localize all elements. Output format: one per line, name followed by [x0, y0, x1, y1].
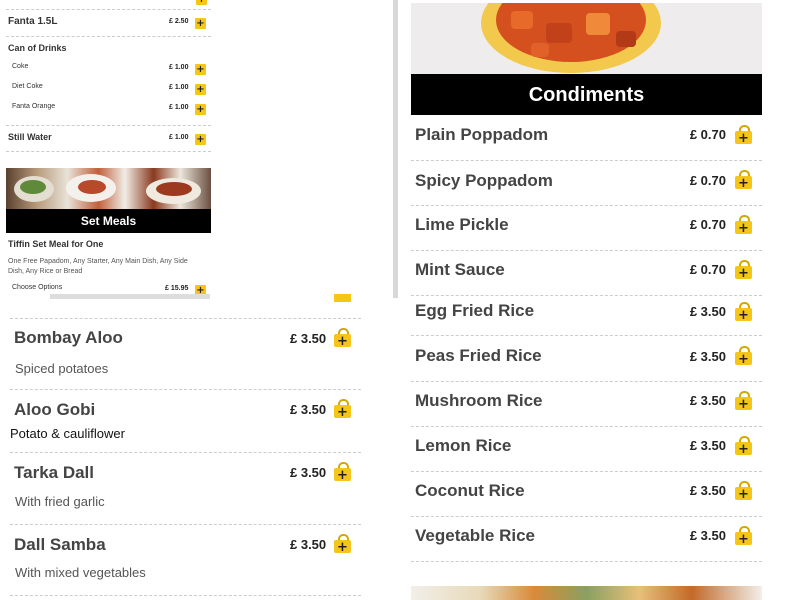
dish-name: Tarka Dall — [14, 463, 95, 482]
add-to-bag-icon[interactable]: + — [334, 328, 351, 349]
add-to-bag-icon[interactable]: + — [735, 346, 752, 367]
add-to-bag-icon[interactable]: + — [735, 436, 752, 457]
list-item-tarka-dall: Tarka Dall £ 3.50 + With fried garlic — [10, 453, 361, 525]
next-section-food-image — [411, 586, 762, 600]
dish-description: Potato & cauliflower — [10, 426, 125, 441]
list-item-bombay-aloo: Bombay Aloo £ 3.50 + Spiced potatoes — [10, 319, 361, 390]
item-name: Spicy Poppadom — [415, 171, 553, 190]
item-name: Mint Sauce — [415, 260, 505, 279]
item-price: £ 1.00 — [169, 64, 189, 71]
tiffin-title: Tiffin Set Meal for One — [8, 239, 104, 249]
item-price: £ 2.50 — [169, 18, 189, 25]
item-name: Lemon Rice — [415, 436, 512, 455]
dish-price: £ 3.50 — [290, 465, 327, 480]
choose-options-link[interactable]: Choose Options — [12, 284, 62, 291]
dish-name: Aloo Gobi — [14, 400, 96, 419]
dish-price: £ 3.50 — [290, 331, 327, 346]
item-price: £ 0.70 — [689, 217, 726, 232]
add-to-bag-icon[interactable]: + — [735, 391, 752, 412]
dish-price: £ 3.50 — [290, 402, 327, 417]
side-dishes-list: Bombay Aloo £ 3.50 + Spiced potatoes Alo… — [0, 294, 400, 600]
condiments-food-image — [411, 3, 762, 74]
add-to-bag-icon[interactable]: + — [735, 526, 752, 547]
list-item-peas-fried-rice: Peas Fried Rice £ 3.50 + — [411, 336, 762, 382]
item-price: £ 1.00 — [169, 104, 189, 111]
item-price: £ 3.50 — [689, 349, 726, 364]
item-price: £ 3.50 — [689, 393, 726, 408]
condiments-banner[interactable]: Condiments — [411, 3, 762, 115]
item-name: Diet Coke — [12, 83, 43, 90]
list-item-fanta: Fanta 1.5L £ 2.50 + — [6, 10, 211, 37]
list-item-lime-pickle: Lime Pickle £ 0.70 + — [411, 205, 762, 251]
item-price: £ 0.70 — [689, 173, 726, 188]
add-to-bag-icon[interactable]: + — [195, 104, 206, 115]
list-item-mint-sauce: Mint Sauce £ 0.70 + — [411, 250, 762, 296]
add-to-bag-icon[interactable]: + — [195, 134, 206, 145]
list-item-spicy-poppadom: Spicy Poppadom £ 0.70 + — [411, 160, 762, 206]
item-name: Egg Fried Rice — [415, 301, 535, 320]
tiffin-price: £ 15.95 — [165, 285, 189, 292]
tiffin-description: One Free Papadom, Any Starter, Any Main … — [8, 258, 188, 275]
add-to-bag-icon[interactable]: + — [195, 64, 206, 75]
item-name: Plain Poppadom — [415, 125, 549, 144]
list-item-dall-samba: Dall Samba £ 3.50 + With mixed vegetable… — [10, 525, 361, 596]
list-item-coconut-rice: Coconut Rice £ 3.50 + — [411, 471, 762, 517]
dish-name: Dall Samba — [14, 535, 106, 554]
list-item — [6, 0, 211, 10]
panel-scrollbar[interactable] — [393, 0, 398, 298]
list-item-aloo-gobi: Aloo Gobi £ 3.50 + Potato & cauliflower — [10, 390, 361, 453]
list-item-mushroom-rice: Mushroom Rice £ 3.50 + — [411, 381, 762, 427]
item-price: £ 0.70 — [689, 127, 726, 142]
item-price: £ 1.00 — [169, 134, 189, 141]
item-price: £ 1.00 — [169, 84, 189, 91]
item-price: £ 3.50 — [689, 304, 726, 319]
item-name: Still Water — [8, 132, 52, 142]
dish-description: With fried garlic — [15, 494, 105, 509]
add-to-bag-icon[interactable]: + — [334, 462, 351, 483]
dish-description: With mixed vegetables — [15, 565, 146, 580]
add-to-bag-icon[interactable]: + — [334, 399, 351, 420]
add-to-bag-icon[interactable]: + — [195, 84, 206, 95]
add-to-bag-icon[interactable]: + — [735, 215, 752, 236]
set-meals-label: Set Meals — [80, 214, 137, 228]
item-name: Fanta Orange — [12, 103, 56, 110]
add-to-bag-icon[interactable]: + — [195, 18, 206, 29]
set-meals-banner[interactable]: Set Meals — [6, 168, 211, 233]
item-name: Coconut Rice — [415, 481, 525, 500]
left-menu-panel: + Fanta 1.5L £ 2.50 + Can of Drinks Coke… — [0, 0, 215, 300]
dish-description: Spiced potatoes — [15, 361, 109, 376]
list-item-vegetable-rice: Vegetable Rice £ 3.50 + — [411, 516, 762, 562]
add-to-bag-icon[interactable]: + — [735, 125, 752, 146]
set-meals-food-image — [6, 168, 211, 209]
list-item-still-water: Still Water £ 1.00 + — [6, 126, 211, 152]
section-heading-cans: Can of Drinks — [8, 43, 67, 53]
item-name: Lime Pickle — [415, 215, 509, 234]
list-item — [10, 294, 361, 319]
dish-price: £ 3.50 — [290, 537, 327, 552]
add-to-bag-icon[interactable]: + — [735, 481, 752, 502]
list-item-lemon-rice: Lemon Rice £ 3.50 + — [411, 426, 762, 472]
dish-name: Bombay Aloo — [14, 328, 123, 347]
item-name: Fanta 1.5L — [8, 16, 58, 27]
item-name: Vegetable Rice — [415, 526, 536, 545]
item-price: £ 3.50 — [689, 438, 726, 453]
add-to-bag-icon[interactable]: + — [735, 260, 752, 281]
list-item-plain-poppadom: Plain Poppadom £ 0.70 + — [411, 115, 762, 161]
item-name: Peas Fried Rice — [415, 346, 542, 365]
add-to-bag-icon[interactable]: + — [334, 534, 351, 555]
item-price: £ 3.50 — [689, 528, 726, 543]
item-name: Mushroom Rice — [415, 391, 543, 410]
list-item-egg-fried-rice: Egg Fried Rice £ 3.50 + — [411, 295, 762, 336]
item-price: £ 0.70 — [689, 262, 726, 277]
add-to-bag-icon[interactable]: + — [735, 170, 752, 191]
add-to-bag-icon[interactable]: + — [735, 302, 752, 323]
item-name: Coke — [12, 63, 29, 70]
condiments-title: Condiments — [528, 84, 645, 106]
item-price: £ 3.50 — [689, 483, 726, 498]
